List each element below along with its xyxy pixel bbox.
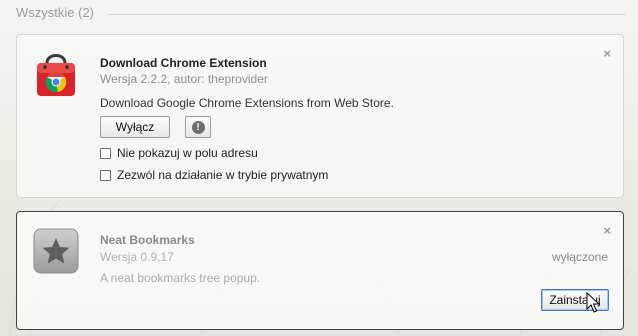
extension-name: Download Chrome Extension <box>100 56 267 70</box>
section-title: Wszystkie (2) <box>16 5 94 20</box>
extension-name: Neat Bookmarks <box>100 233 195 247</box>
option-label: Zezwól na działanie w trybie prywatnym <box>117 168 329 182</box>
extension-description: A neat bookmarks tree popup. <box>100 271 261 285</box>
extension-version: Wersja 2.2.2, autor: theprovider <box>100 72 268 86</box>
extension-description: Download Google Chrome Extensions from W… <box>100 96 394 110</box>
disabled-status: wyłączone <box>551 250 608 264</box>
close-icon[interactable]: × <box>603 224 611 237</box>
disable-button[interactable]: Wyłącz <box>100 116 170 138</box>
extension-version: Wersja 0.9.17 <box>100 250 174 264</box>
red-shopping-bag-chrome-icon <box>37 54 75 96</box>
star-icon <box>33 228 79 274</box>
section-divider <box>108 14 626 15</box>
extension-card-neat-bookmarks: Neat Bookmarks Wersja 0.9.17 A neat book… <box>16 211 624 330</box>
checkbox[interactable] <box>100 169 111 181</box>
checkbox[interactable] <box>100 147 111 159</box>
extension-info-button[interactable]: ! <box>185 116 211 138</box>
extension-card-download-chrome-extension: Download Chrome Extension Wersja 2.2.2, … <box>16 34 624 198</box>
option-label: Nie pokazuj w polu adresu <box>117 146 258 160</box>
option-hide-in-address-bar[interactable]: Nie pokazuj w polu adresu <box>100 146 258 160</box>
exclamation-icon: ! <box>191 120 205 134</box>
mouse-pointer-icon <box>586 292 601 313</box>
close-icon[interactable]: × <box>603 47 611 60</box>
option-allow-incognito[interactable]: Zezwól na działanie w trybie prywatnym <box>100 168 328 182</box>
